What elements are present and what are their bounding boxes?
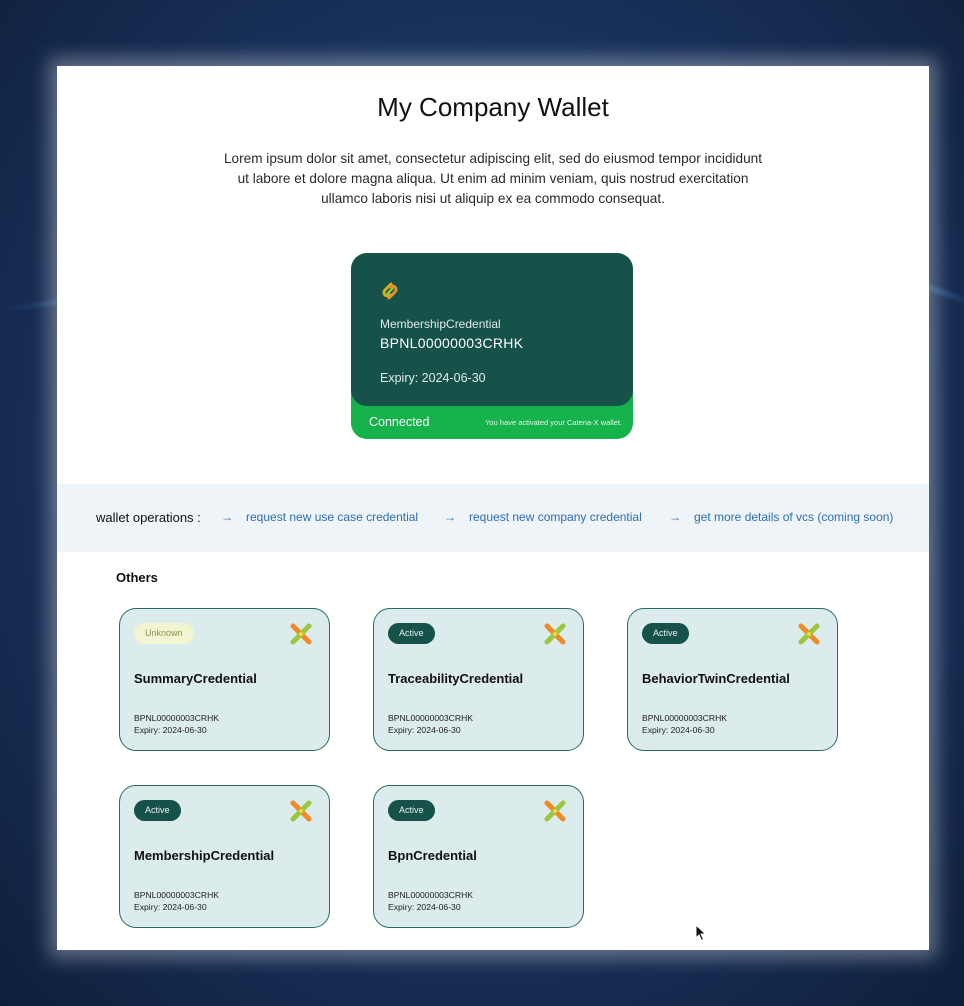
catena-x-cross-icon xyxy=(798,623,820,645)
others-heading: Others xyxy=(116,570,158,585)
page-description: Lorem ipsum dolor sit amet, consectetur … xyxy=(224,151,762,206)
wallet-operations-bar: wallet operations : → request new use cas… xyxy=(57,484,929,552)
catena-x-cross-icon xyxy=(290,623,312,645)
credential-bpn: BPNL00000003CRHK xyxy=(380,335,524,351)
credential-bpn: BPNL00000003CRHK xyxy=(642,713,728,723)
request-use-case-credential-link[interactable]: → request new use case credential xyxy=(221,510,418,524)
credential-name: MembershipCredential xyxy=(134,848,275,863)
credential-bpn: BPNL00000003CRHK xyxy=(134,713,220,723)
credential-expiry: Expiry: 2024-06-30 xyxy=(388,725,461,735)
credential-name: SummaryCredential xyxy=(134,671,257,686)
arrow-right-icon: → xyxy=(669,510,681,524)
credential-card[interactable]: Active BpnCredential BPNL00000003CRHK Ex… xyxy=(373,785,584,928)
credential-name: TraceabilityCredential xyxy=(388,671,524,686)
credential-expiry: Expiry: 2024-06-30 xyxy=(388,902,461,912)
status-badge: Active xyxy=(134,800,181,821)
credential-expiry: Expiry: 2024-06-30 xyxy=(134,902,207,912)
status-badge: Unknown xyxy=(134,623,194,644)
credential-name: BehaviorTwinCredential xyxy=(642,671,790,686)
credential-bpn: BPNL00000003CRHK xyxy=(388,890,474,900)
credential-card[interactable]: Active TraceabilityCredential BPNL000000… xyxy=(373,608,584,751)
status-badge: Active xyxy=(388,800,435,821)
credential-type: MembershipCredential xyxy=(380,317,501,331)
request-company-credential-link[interactable]: → request new company credential xyxy=(444,510,642,524)
link-label: get more details of vcs (coming soon) xyxy=(694,510,894,524)
status-badge: Active xyxy=(642,623,689,644)
connection-status: Connected xyxy=(369,415,430,429)
wallet-operations-label: wallet operations : xyxy=(96,510,201,525)
page-title: My Company Wallet xyxy=(377,92,609,122)
main-credential-card[interactable]: MembershipCredential BPNL00000003CRHK Ex… xyxy=(351,253,633,439)
credential-bpn: BPNL00000003CRHK xyxy=(388,713,474,723)
main-credential-card-body: MembershipCredential BPNL00000003CRHK Ex… xyxy=(351,253,633,406)
vcs-details-link[interactable]: → get more details of vcs (coming soon) xyxy=(669,510,893,524)
credential-card[interactable]: Active MembershipCredential BPNL00000003… xyxy=(119,785,330,928)
catena-x-link-icon xyxy=(382,282,398,300)
credential-name: BpnCredential xyxy=(388,848,477,863)
arrow-right-icon: → xyxy=(444,510,456,524)
mouse-cursor-icon xyxy=(695,924,707,942)
catena-x-cross-icon xyxy=(290,800,312,822)
link-label: request new use case credential xyxy=(246,510,419,524)
credential-card[interactable]: Active BehaviorTwinCredential BPNL000000… xyxy=(627,608,838,751)
credential-card[interactable]: Unknown SummaryCredential BPNL00000003CR… xyxy=(119,608,330,751)
catena-x-cross-icon xyxy=(544,623,566,645)
status-badge: Active xyxy=(388,623,435,644)
catena-x-cross-icon xyxy=(544,800,566,822)
arrow-right-icon: → xyxy=(221,510,233,524)
credential-expiry: Expiry: 2024-06-30 xyxy=(380,371,486,385)
wallet-page: My Company Wallet Lorem ipsum dolor sit … xyxy=(57,66,929,950)
link-label: request new company credential xyxy=(469,510,642,524)
credential-expiry: Expiry: 2024-06-30 xyxy=(642,725,715,735)
credential-expiry: Expiry: 2024-06-30 xyxy=(134,725,207,735)
connection-status-note: You have activated your Catena-X wallet. xyxy=(485,418,622,427)
credential-bpn: BPNL00000003CRHK xyxy=(134,890,220,900)
